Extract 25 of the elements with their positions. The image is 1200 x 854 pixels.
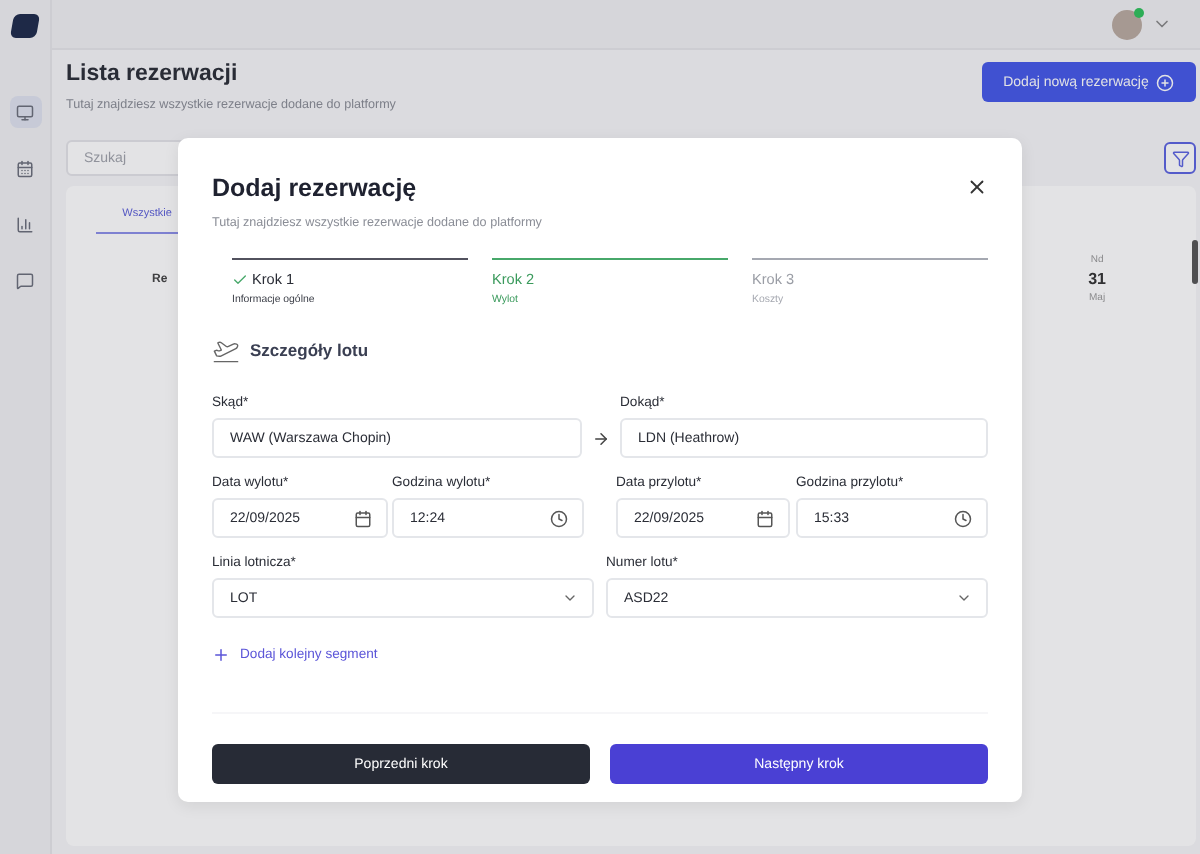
filter-button[interactable]: [1164, 142, 1196, 174]
chart-icon: [16, 215, 34, 233]
filter-icon: [1171, 149, 1189, 167]
monitor-icon: [16, 103, 34, 121]
arrow-right-icon: [592, 429, 610, 447]
page-title: Lista rezerwacji: [66, 62, 240, 86]
plane-icon: [212, 336, 240, 364]
calendar-icon: [354, 509, 372, 527]
sidebar-item[interactable]: [9, 96, 41, 128]
close-icon[interactable]: [966, 176, 988, 198]
plus-circle-icon: [1156, 73, 1175, 91]
clock-icon: [550, 509, 568, 527]
modal-title: Dodaj rezerwację: [212, 174, 419, 202]
check-icon: [232, 271, 248, 287]
calendar-icon: [756, 509, 774, 527]
clock-icon: [954, 509, 972, 527]
message-icon: [16, 271, 34, 289]
chevron-down-icon: [562, 590, 578, 606]
section-title: Szczegóły lotu: [250, 340, 369, 360]
logo-icon: [9, 14, 41, 38]
calendar-icon: [16, 159, 34, 177]
day-number: 31: [1088, 270, 1106, 288]
scrollbar[interactable]: [1192, 240, 1198, 284]
plus-icon[interactable]: [212, 646, 230, 664]
chevron-down-icon: [956, 590, 972, 606]
